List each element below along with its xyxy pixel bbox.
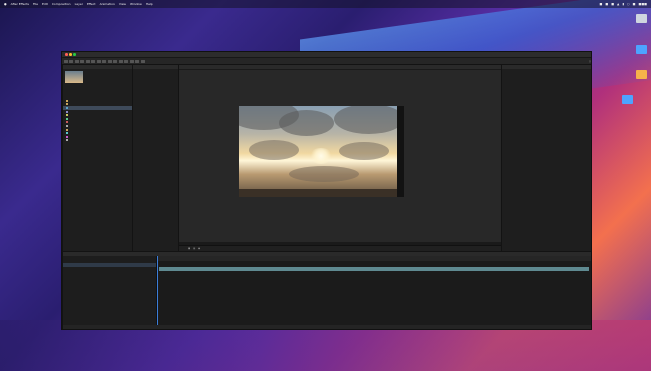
folder-icon [635, 45, 647, 54]
project-tab[interactable] [63, 65, 133, 69]
timeline-footer [63, 325, 591, 329]
horizon [239, 189, 404, 197]
sky-footage-frame[interactable] [239, 106, 404, 197]
menu-status-area: ■ ■ ■ ▲ ▮ ○ ■ ■■■ [600, 2, 651, 6]
eraser-tool-icon[interactable] [129, 59, 134, 63]
folder-icon [66, 103, 68, 106]
menu-help[interactable]: Help [146, 2, 153, 6]
menu-composition[interactable]: Composition [52, 2, 71, 6]
desktop-background: ● After Effects File Edit Composition La… [0, 0, 651, 371]
search-icon[interactable]: ○ [627, 2, 630, 6]
composition-panel: ■ ▦ ● [178, 64, 502, 252]
shape-tool-icon[interactable] [102, 59, 106, 63]
list-item[interactable] [502, 128, 591, 132]
composition-tab[interactable] [179, 65, 501, 69]
menu-file[interactable]: File [33, 2, 38, 6]
clone-tool-icon[interactable] [124, 59, 128, 63]
camera-tool-icon[interactable] [91, 59, 95, 63]
rotate-tool-icon[interactable] [85, 59, 90, 63]
composition-icon [66, 110, 68, 113]
desktop-item[interactable] [634, 45, 648, 54]
after-effects-window: ○ ■ ▦ ● [61, 51, 592, 330]
desktop-item[interactable] [620, 95, 634, 104]
anchor-tool-icon[interactable] [96, 59, 101, 63]
control-center-icon[interactable]: ■ [633, 2, 636, 6]
home-tool-icon[interactable] [63, 59, 68, 63]
timeline-tracks[interactable] [157, 256, 591, 329]
puppet-tool-icon[interactable] [140, 59, 145, 63]
footage-icon [66, 132, 68, 135]
effects-panel [132, 64, 179, 252]
footage-icon [66, 139, 68, 142]
type-tool-icon[interactable] [113, 59, 117, 63]
footage-icon [66, 121, 68, 124]
list-item[interactable] [133, 139, 178, 143]
menu-animation[interactable]: Animation [100, 2, 115, 6]
camera-icon[interactable]: ■ [188, 247, 190, 250]
menu-effect[interactable]: Effect [87, 2, 96, 6]
app-menu[interactable]: After Effects [11, 2, 29, 6]
footage-thumbnail [65, 71, 83, 83]
footage-icon [66, 106, 68, 109]
layer-list [63, 256, 157, 329]
effects-list [133, 99, 178, 142]
brush-tool-icon[interactable] [118, 59, 123, 63]
properties-panel [501, 64, 591, 252]
project-item-list [63, 99, 133, 142]
timeline-panel [62, 251, 591, 329]
close-icon[interactable] [65, 53, 68, 56]
pen-tool-icon[interactable] [107, 59, 112, 63]
menu-layer[interactable]: Layer [75, 2, 83, 6]
menu-view[interactable]: View [119, 2, 126, 6]
search-help-icon[interactable]: ○ [589, 60, 591, 63]
status-icon[interactable]: ■ [611, 2, 614, 6]
folder-icon [66, 99, 68, 102]
battery-icon[interactable]: ▮ [622, 2, 624, 6]
folder-icon [635, 70, 647, 79]
playhead[interactable] [157, 256, 158, 329]
list-item[interactable] [63, 139, 133, 143]
channel-icon[interactable]: ● [198, 247, 200, 250]
menu-edit[interactable]: Edit [42, 2, 48, 6]
menu-window[interactable]: Window [130, 2, 142, 6]
effects-tab[interactable] [133, 65, 178, 69]
layer-row[interactable] [63, 267, 156, 271]
folder-icon [66, 128, 68, 131]
list-item[interactable] [502, 92, 591, 96]
roto-tool-icon[interactable] [135, 59, 139, 63]
sun-glow [309, 148, 333, 164]
frame-edge [397, 106, 404, 197]
zoom-icon[interactable] [73, 53, 76, 56]
hand-tool-icon[interactable] [74, 59, 79, 63]
apple-menu-icon[interactable]: ● [4, 2, 7, 6]
clock[interactable]: ■■■ [638, 2, 647, 6]
footage-icon [66, 114, 68, 117]
layer-duration-bar[interactable] [159, 267, 589, 271]
computer-icon [621, 95, 633, 104]
footage-icon [66, 124, 68, 127]
menu-bar: ● After Effects File Edit Composition La… [0, 0, 651, 8]
desktop-item[interactable] [634, 70, 648, 79]
wifi-icon[interactable]: ▲ [617, 2, 619, 6]
drive-icon [635, 14, 647, 23]
time-ruler[interactable] [157, 256, 591, 261]
zoom-tool-icon[interactable] [80, 59, 84, 63]
project-panel [62, 64, 134, 252]
status-icon[interactable]: ■ [600, 2, 603, 6]
selection-tool-icon[interactable] [69, 59, 73, 63]
minimize-icon[interactable] [69, 53, 72, 56]
footage-icon [66, 135, 68, 138]
status-icon[interactable]: ■ [605, 2, 608, 6]
grid-icon[interactable]: ▦ [193, 247, 195, 250]
traffic-lights [62, 53, 76, 56]
desktop-item[interactable] [634, 14, 648, 23]
properties-list [502, 69, 591, 132]
composition-viewer[interactable] [179, 70, 501, 242]
footage-icon [66, 117, 68, 120]
